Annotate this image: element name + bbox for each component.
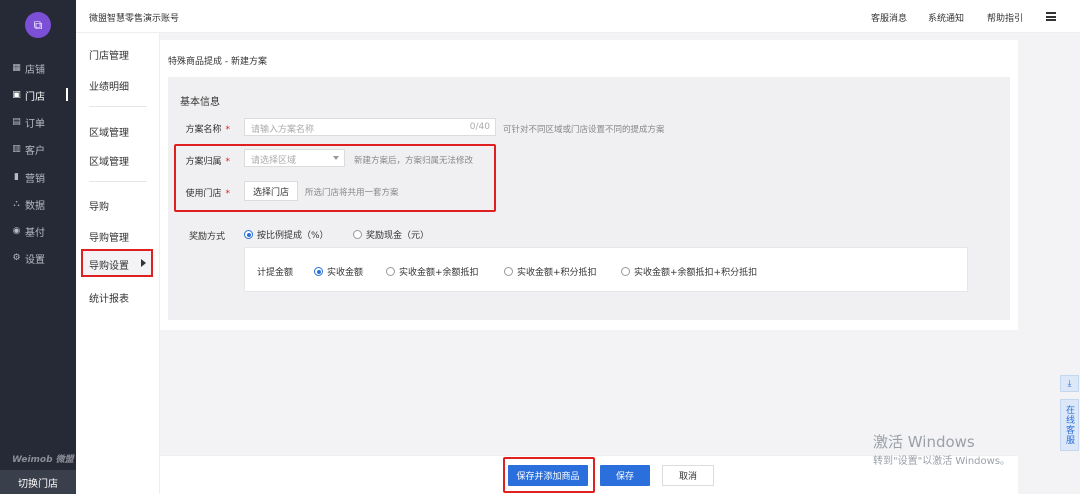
payment-icon: ◉ [12,226,21,236]
radio-icon [353,230,362,239]
order-icon: ▤ [12,117,21,127]
radio-label: 实收金额+积分抵扣 [517,268,597,278]
reward-option-percent[interactable]: 按比例提成（%） [244,228,329,241]
sidebar-item-label: 门店 [25,91,45,103]
sidebar-item-shop[interactable]: ▣ 门店 [12,86,45,104]
subnav-group-region: 区域管理 [89,128,129,139]
menu-icon[interactable] [1046,12,1056,21]
switch-store-button[interactable]: 切换门店 [0,470,76,494]
base-amount-box: 计提金额 实收金额 实收金额+余额抵扣 实收金额+积分抵扣 实收金额+余额抵扣+… [244,247,968,292]
base-option-points[interactable]: 实收金额+积分抵扣 [504,265,597,278]
radio-label: 实收金额 [327,268,364,278]
windows-activation-hint: 转到"设置"以激活 Windows。 [873,456,1011,467]
online-service-button[interactable]: 在线客服 [1060,399,1079,451]
app-logo-icon[interactable]: ⧉ [25,12,51,38]
highlight-box [503,457,595,493]
base-amount-label: 计提金额 [257,268,294,278]
sidebar-item-data[interactable]: ⛬ 数据 [12,195,45,213]
cancel-button[interactable]: 取消 [662,465,714,486]
store-icon: ▦ [12,63,21,73]
sidebar-item-label: 基付 [25,227,45,239]
sidebar-item-customer[interactable]: ▥ 客户 [12,140,45,158]
base-option-balance-points[interactable]: 实收金额+余额抵扣+积分抵扣 [621,265,757,278]
subnav-group-store: 门店管理 [89,51,129,62]
active-indicator [66,88,68,101]
highlight-box [174,144,496,212]
account-name: 微盟智慧零售演示账号 [89,14,180,24]
radio-icon [386,267,395,276]
sidebar-item-label: 营销 [25,173,45,185]
radio-icon [504,267,513,276]
subnav-item-region[interactable]: 区域管理 [89,153,129,168]
data-icon: ⛬ [13,199,20,209]
sub-navigation: 门店管理 业绩明细 区域管理 区域管理 导购 导购管理 导购设置 统计报表 [76,33,160,494]
download-icon[interactable]: ⤓ [1060,375,1079,392]
subnav-item-report[interactable]: 统计报表 [89,290,129,305]
sidebar-item-label: 店铺 [25,64,45,76]
base-option-received[interactable]: 实收金额 [314,265,363,278]
top-bar: 微盟智慧零售演示账号 客服消息 系统通知 帮助指引 [76,0,1080,33]
windows-activation-watermark: 激活 Windows [873,433,975,451]
reward-label: 奖励方式 [188,232,225,242]
plan-name-input[interactable]: 请输入方案名称 0/40 [244,118,496,136]
system-notice-link[interactable]: 系统通知 [928,11,964,24]
radio-checked-icon [244,230,253,239]
divider [89,106,147,107]
radio-label: 实收金额+余额抵扣 [399,268,479,278]
subnav-item-performance[interactable]: 业绩明细 [89,78,129,93]
save-button[interactable]: 保存 [600,465,650,486]
sidebar-item-label: 数据 [25,200,45,212]
sidebar-item-marketing[interactable]: ▮ 营销 [12,168,45,186]
radio-label: 按比例提成（%） [257,231,329,241]
radio-label: 实收金额+余额抵扣+积分抵扣 [634,268,758,278]
plan-name-label: 方案名称 * [185,125,230,135]
divider [89,181,147,182]
sidebar-item-payment[interactable]: ◉ 基付 [12,222,45,240]
char-counter: 0/40 [469,122,490,132]
reward-option-cash[interactable]: 奖励现金（元） [353,228,429,241]
sidebar-item-store[interactable]: ▦ 店铺 [12,59,45,77]
radio-icon [621,267,630,276]
customer-icon: ▥ [12,144,21,154]
settings-icon: ⚙ [12,253,21,263]
sidebar-item-settings[interactable]: ⚙ 设置 [12,249,45,267]
subnav-item-label: 导购设置 [89,261,129,272]
radio-label: 奖励现金（元） [366,231,430,241]
help-guide-link[interactable]: 帮助指引 [987,11,1023,24]
sidebar-item-label: 订单 [25,118,45,130]
customer-message-link[interactable]: 客服消息 [871,11,907,24]
base-option-balance[interactable]: 实收金额+余额抵扣 [386,265,479,278]
subnav-item-guide-settings[interactable]: 导购设置 [81,249,153,277]
subnav-item-guide-manage[interactable]: 导购管理 [89,229,129,244]
radio-checked-icon [314,267,323,276]
sidebar-item-label: 设置 [25,254,45,266]
section-title: 基本信息 [180,97,220,108]
sidebar-item-order[interactable]: ▤ 订单 [12,113,45,131]
plan-name-placeholder: 请输入方案名称 [251,125,315,135]
breadcrumb: 特殊商品提成 - 新建方案 [168,57,267,67]
sidebar-item-label: 客户 [25,145,45,157]
shop-icon: ▣ [12,90,21,100]
brand-logo: Weimob 微盟 [12,455,74,465]
caret-right-icon [141,259,146,267]
plan-name-hint: 可针对不同区域或门店设置不同的提成方案 [503,125,665,135]
subnav-group-guide: 导购 [89,202,109,213]
main-sidebar: ⧉ ▦ 店铺 ▣ 门店 ▤ 订单 ▥ 客户 ▮ 营销 ⛬ 数据 ◉ 基付 ⚙ 设置 Weimob… [0,0,76,494]
marketing-icon: ▮ [14,172,19,182]
